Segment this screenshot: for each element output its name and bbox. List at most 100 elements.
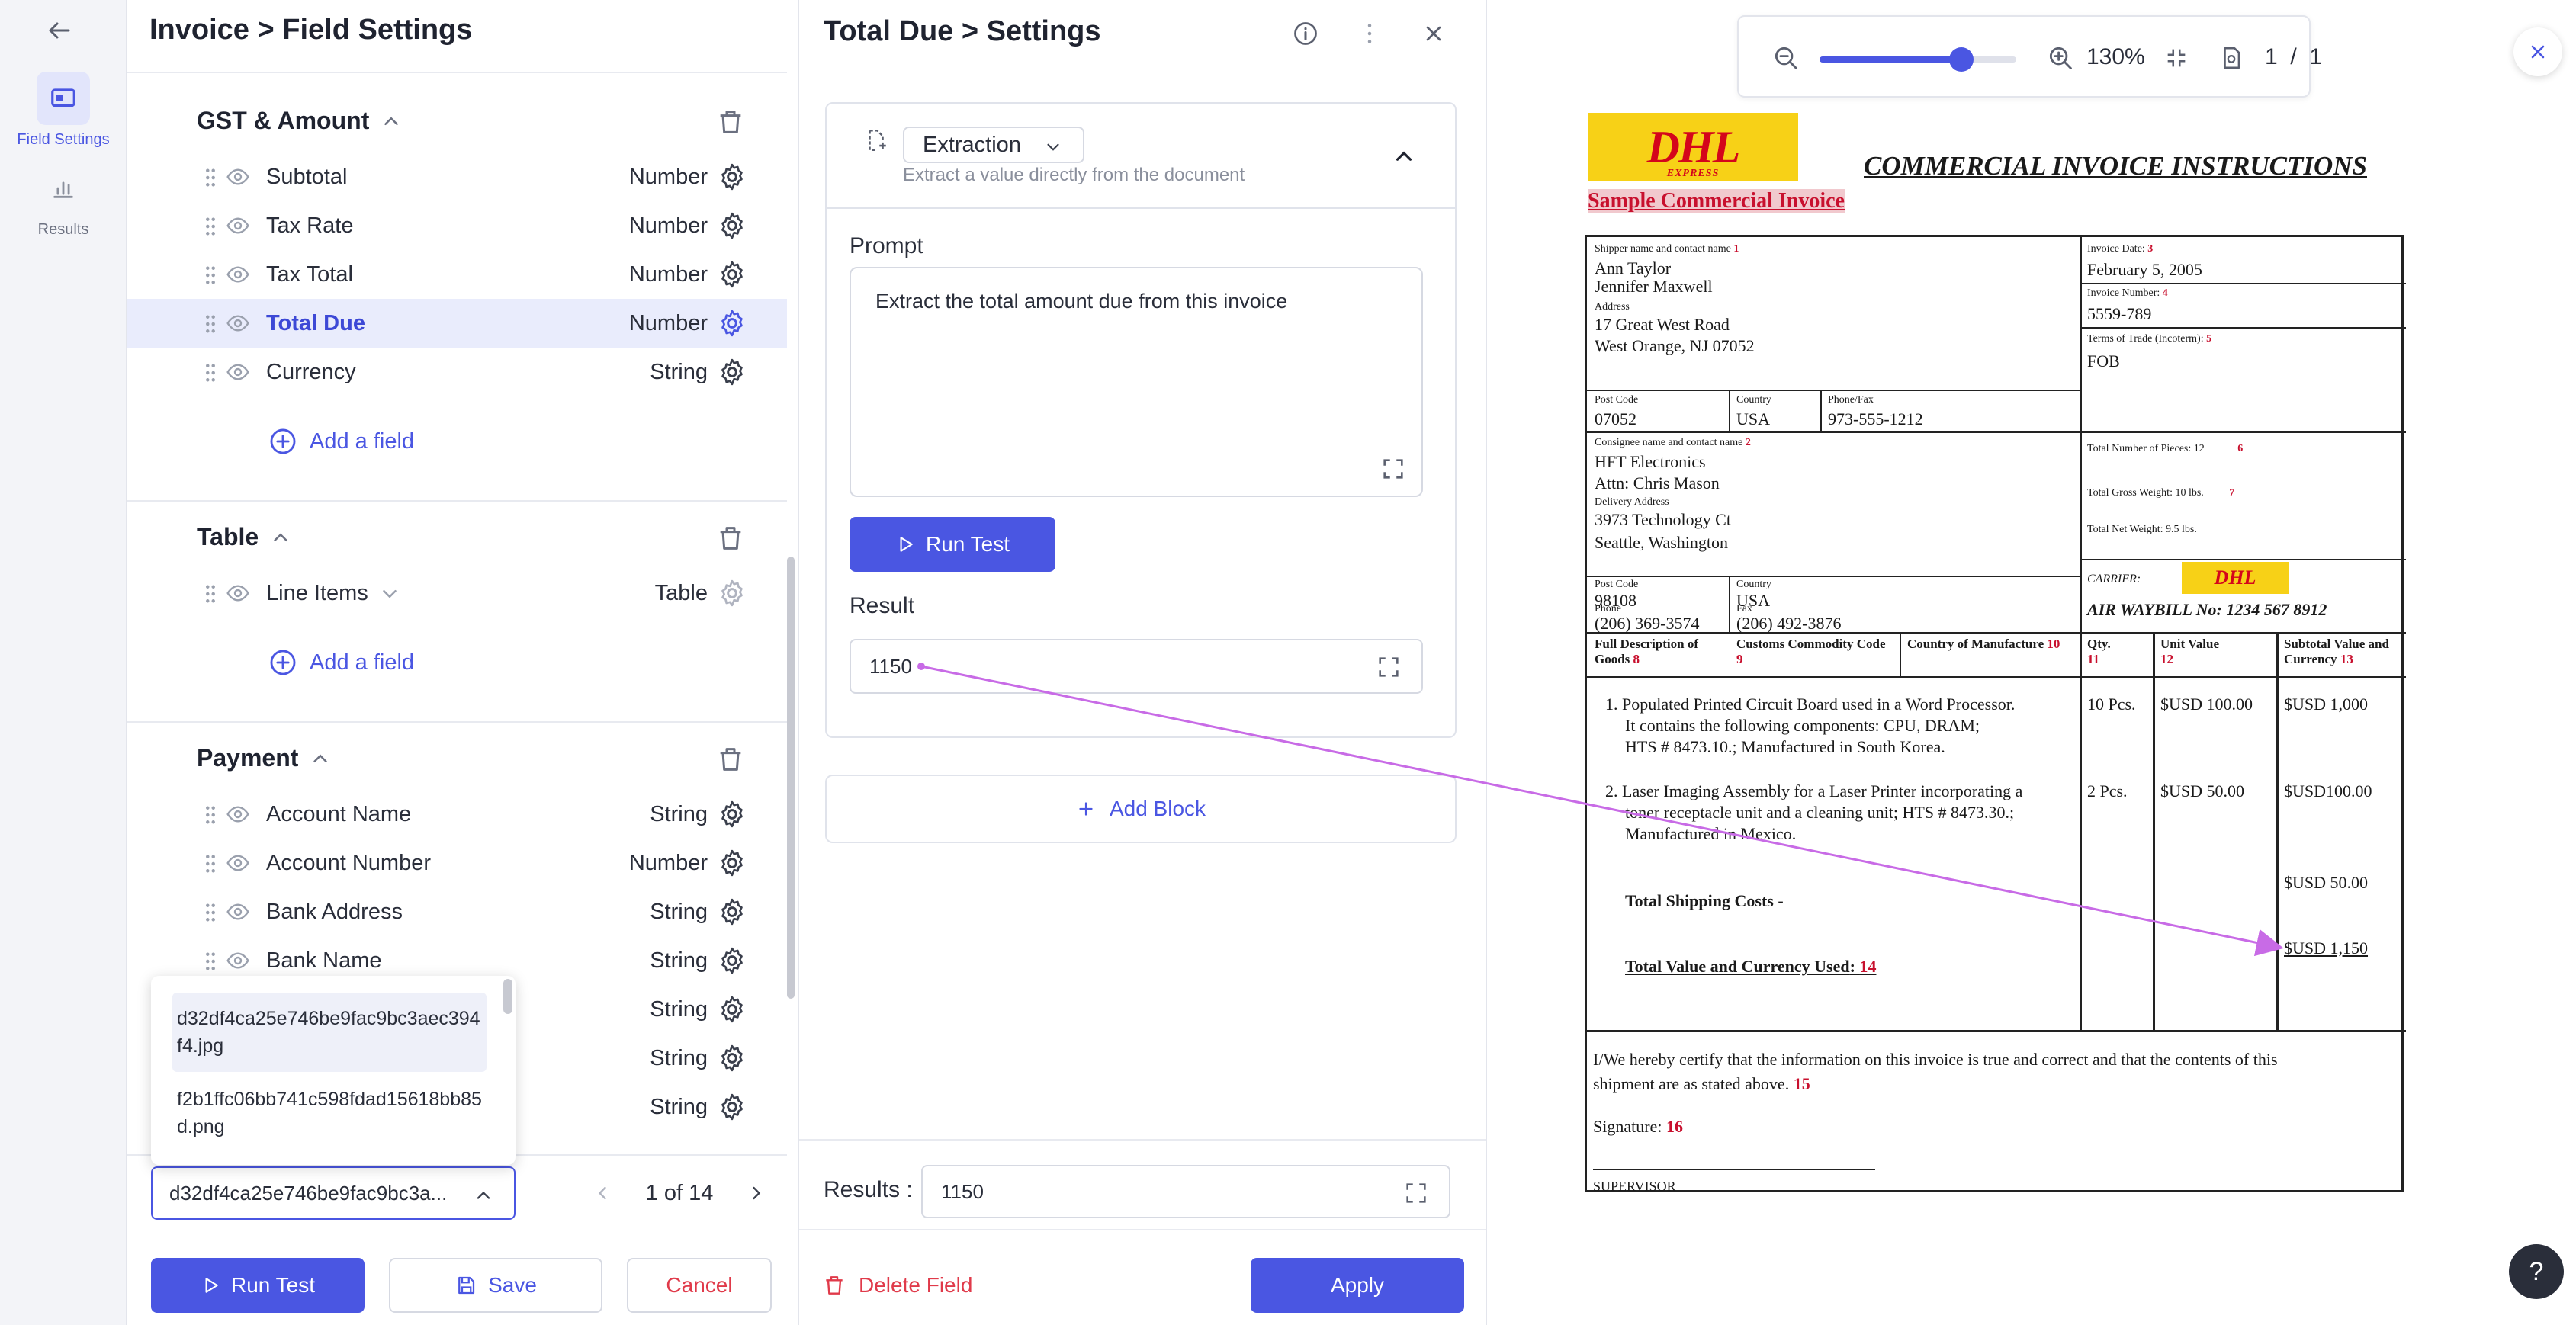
result-field[interactable]: 1150 [850,639,1423,694]
add-field-button[interactable]: Add a field [268,427,414,456]
drag-handle-icon[interactable] [203,903,218,922]
eye-icon[interactable] [224,213,252,238]
section-title-gst-amount[interactable]: GST & Amount [197,107,403,135]
eye-icon[interactable] [224,948,252,973]
run-test-button[interactable]: Run Test [850,517,1055,572]
document-title: COMMERCIAL INVOICE INSTRUCTIONS [1864,151,2367,181]
field-row-currency[interactable]: Currency String [127,348,787,396]
run-test-button[interactable]: Run Test [151,1258,365,1313]
apply-button[interactable]: Apply [1251,1258,1464,1313]
eye-icon[interactable] [224,802,252,826]
zoom-slider[interactable] [1820,47,2016,72]
gear-icon[interactable] [717,1092,747,1122]
drag-handle-icon[interactable] [203,217,218,236]
prompt-textarea[interactable]: Extract the total amount due from this i… [850,267,1423,497]
gear-icon[interactable] [717,259,747,290]
add-field-button[interactable]: Add a field [268,648,414,677]
zoom-slider-fill [1820,56,1961,63]
fit-collapse-icon[interactable] [2160,41,2193,75]
expand-icon[interactable] [1380,456,1406,482]
eye-icon[interactable] [224,900,252,924]
gear-icon[interactable] [717,945,747,976]
back-arrow-icon[interactable] [43,14,76,47]
gear-icon[interactable] [717,357,747,387]
dropdown-scrollbar[interactable] [503,979,512,1014]
chevron-up-icon[interactable] [1391,143,1417,169]
trash-icon[interactable] [715,744,746,775]
page-search-icon[interactable] [2215,41,2248,75]
zoom-slider-knob[interactable] [1948,47,1974,72]
drag-handle-icon[interactable] [203,584,218,604]
col-unit-text: Unit Value [2160,637,2219,651]
eye-icon[interactable] [224,165,252,189]
trash-icon[interactable] [715,107,746,137]
save-disk-icon [458,1276,475,1295]
drag-handle-icon[interactable] [203,951,218,971]
field-row-tax-total[interactable]: Tax Total Number [127,250,787,299]
results-field[interactable]: 1150 [921,1165,1450,1218]
close-icon[interactable] [1418,18,1449,49]
section-title-table[interactable]: Table [197,523,292,551]
drag-handle-icon[interactable] [203,854,218,874]
expand-icon[interactable] [1403,1180,1429,1206]
expand-icon[interactable] [1376,654,1402,680]
chevron-left-icon[interactable] [592,1182,613,1204]
section-divider [127,721,787,723]
field-row-tax-rate[interactable]: Tax Rate Number [127,201,787,250]
field-list-scrollbar[interactable] [787,557,795,999]
field-row-account-name[interactable]: Account Name String [127,790,787,839]
gear-icon[interactable] [717,210,747,241]
field-row-bank-address[interactable]: Bank Address String [127,887,787,936]
field-row-total-due[interactable]: Total Due Number [127,299,787,348]
gear-icon[interactable] [717,994,747,1025]
eye-icon[interactable] [224,851,252,875]
drag-handle-icon[interactable] [203,314,218,334]
chevron-down-icon[interactable] [378,582,401,605]
gear-icon[interactable] [717,578,747,608]
eye-icon[interactable] [224,581,252,605]
cancel-button[interactable]: Cancel [627,1258,772,1313]
nav-field-settings[interactable]: Field Settings [0,72,127,149]
field-number: 12 [2160,652,2173,666]
gear-icon[interactable] [717,162,747,192]
viewer-toolbar: 130% 1 / 1 [1737,15,2322,98]
plus-circle-icon [270,428,296,454]
col-commodity-code: Customs Commodity Code 9 [1736,637,1889,667]
gear-icon[interactable] [717,897,747,927]
chevron-right-icon[interactable] [746,1182,767,1204]
drag-handle-icon[interactable] [203,363,218,383]
zoom-out-icon[interactable] [1769,41,1803,75]
add-block-button[interactable]: Add Block [825,775,1457,843]
zoom-in-icon[interactable] [2044,41,2077,75]
save-button[interactable]: Save [389,1258,602,1313]
icon-rail: Field Settings Results [0,0,127,1325]
field-number: 13 [2340,652,2353,666]
gear-icon[interactable] [717,848,747,878]
file-option[interactable]: d32df4ca25e746be9fac9bc3aec394f4.jpg [172,993,487,1072]
eye-icon[interactable] [224,262,252,287]
nav-results[interactable]: Results [0,162,127,239]
file-option[interactable]: f2b1ffc06bb741c598fdad15618bb85d.png [172,1073,487,1153]
gear-icon[interactable] [717,1043,747,1073]
close-viewer-button[interactable] [2513,27,2562,76]
trash-icon[interactable] [715,523,746,553]
field-row-subtotal[interactable]: Subtotal Number [127,152,787,201]
file-select[interactable]: d32df4ca25e746be9fac9bc3a... [151,1166,516,1220]
drag-handle-icon[interactable] [203,805,218,825]
more-vertical-icon[interactable] [1354,18,1385,49]
delete-field-button[interactable]: Delete Field [822,1258,990,1313]
gross-weight-text: Total Gross Weight: 10 lbs. [2087,487,2204,499]
eye-icon[interactable] [224,311,252,335]
gear-icon[interactable] [717,308,747,338]
drag-handle-icon[interactable] [203,168,218,188]
field-row-account-number[interactable]: Account Number Number [127,839,787,887]
drag-handle-icon[interactable] [203,265,218,285]
help-button[interactable]: ? [2509,1244,2564,1299]
block-type-select[interactable]: Extraction [903,127,1084,163]
consignee-label-text: Consignee name and contact name [1595,437,1743,448]
field-row-line-items[interactable]: Line Items Table [127,569,787,618]
section-title-payment[interactable]: Payment [197,744,332,772]
gear-icon[interactable] [717,799,747,829]
info-icon[interactable] [1290,18,1321,49]
eye-icon[interactable] [224,360,252,384]
